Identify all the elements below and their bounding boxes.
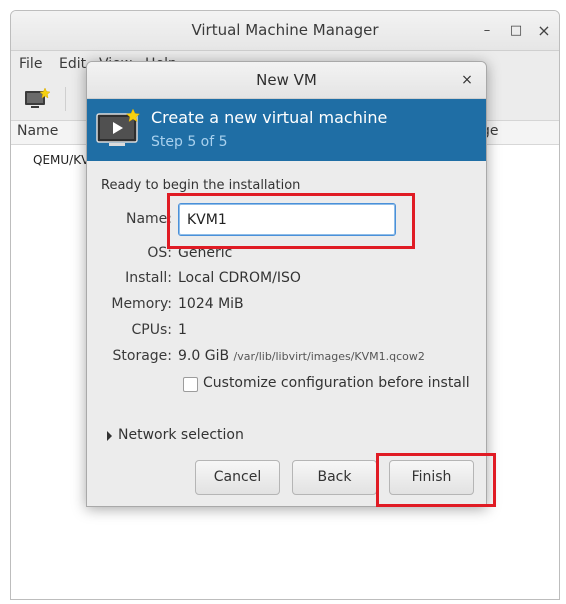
install-value: Local CDROM/ISO [178,270,301,286]
ready-label: Ready to begin the installation [101,178,301,193]
dialog-close-icon[interactable]: × [457,70,477,90]
storage-label: Storage: [112,348,173,364]
banner-title: Create a new virtual machine [151,108,388,127]
os-label: OS: [147,245,172,261]
menu-file[interactable]: File [19,56,42,72]
name-label: Name: [125,211,172,227]
column-name[interactable]: Name [17,123,58,139]
new-vm-dialog: New VM × Create a new virtual machine St… [86,61,487,507]
banner-step: Step 5 of 5 [151,134,228,150]
install-label: Install: [125,270,172,286]
network-selection-expander[interactable]: Network selection [118,427,244,443]
storage-size: 9.0 GiB [178,348,230,364]
minimize-button[interactable]: – [476,20,498,42]
storage-path: /var/lib/libvirt/images/KVM1.qcow2 [233,350,425,363]
highlight-box-finish [376,453,496,507]
cancel-button[interactable]: Cancel [195,460,280,495]
customize-checkbox[interactable] [183,377,198,392]
connection-row[interactable]: QEMU/KV [33,153,89,167]
toolbar-separator [65,87,66,111]
back-button[interactable]: Back [292,460,377,495]
memory-value: 1024 MiB [178,296,244,312]
memory-label: Memory: [111,296,172,312]
cpus-label: CPUs: [131,322,172,338]
cpus-value: 1 [178,322,187,338]
menu-edit[interactable]: Edit [59,56,86,72]
storage-value-row: 9.0 GiB /var/lib/libvirt/images/KVM1.qco… [178,348,425,364]
expander-arrow-icon[interactable] [107,431,112,441]
dialog-titlebar: New VM × [87,62,486,99]
dialog-title: New VM [256,71,317,89]
dialog-banner: Create a new virtual machine Step 5 of 5 [87,99,486,161]
main-titlebar: Virtual Machine Manager – □ × [11,11,559,51]
customize-label[interactable]: Customize configuration before install [203,375,470,391]
highlight-box-name [167,193,415,249]
new-vm-icon[interactable] [23,87,51,111]
maximize-button[interactable]: □ [505,20,527,42]
close-button[interactable]: × [533,20,555,42]
monitor-play-icon [95,108,143,151]
